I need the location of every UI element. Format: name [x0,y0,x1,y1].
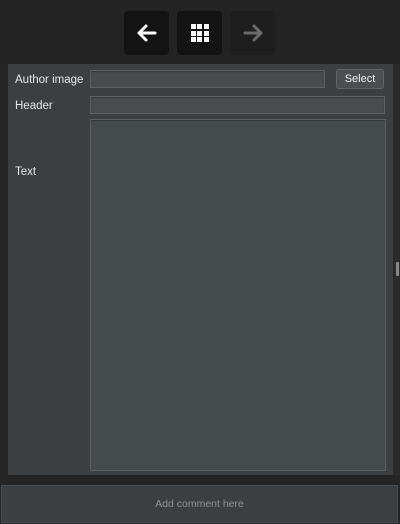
top-toolbar [0,0,400,64]
text-area[interactable] [90,119,386,471]
arrow-right-icon [243,24,262,42]
author-image-field[interactable] [90,70,325,88]
back-button[interactable] [124,11,169,55]
header-field[interactable] [90,96,385,114]
text-label: Text [15,166,37,178]
author-image-label: Author image [15,74,84,86]
comment-input[interactable] [2,486,397,522]
grid-icon [190,24,209,42]
scrollbar-handle[interactable] [396,262,399,276]
arrow-left-icon [137,24,156,42]
select-button[interactable]: Select [336,69,384,89]
comment-bar [1,485,398,523]
header-label: Header [15,100,53,112]
forward-button[interactable] [230,11,275,55]
grid-menu-button[interactable] [177,11,222,55]
edit-form-panel: Author image Select Header Text [8,64,393,475]
